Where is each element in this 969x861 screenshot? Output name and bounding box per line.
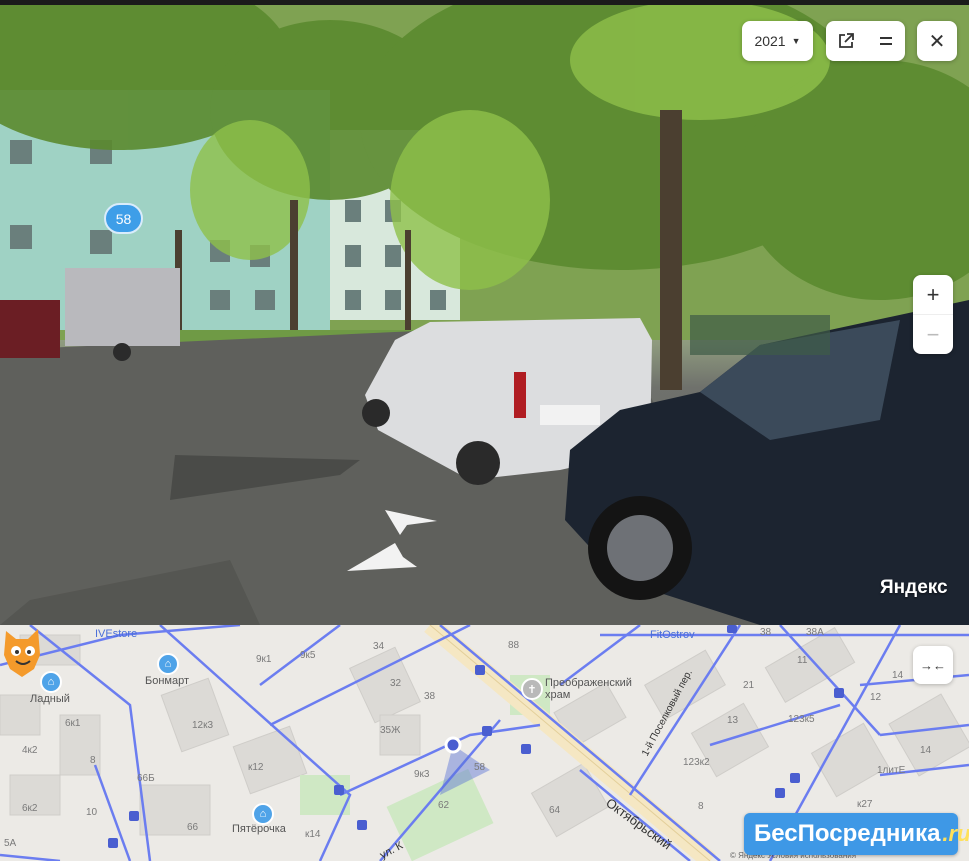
- house-label: 1литЕ: [877, 765, 906, 776]
- house-label: 123к2: [683, 757, 710, 768]
- position-marker-icon: [444, 736, 462, 754]
- close-button[interactable]: ✕: [917, 21, 957, 61]
- zoom-out-button[interactable]: −: [913, 314, 953, 354]
- poi-ivestore[interactable]: IVEstore: [95, 628, 137, 640]
- collapse-icon: →←: [920, 657, 946, 673]
- zoom-controls: + −: [913, 275, 953, 354]
- menu-icon[interactable]: [878, 34, 894, 48]
- zoom-in-button[interactable]: +: [913, 275, 953, 314]
- panorama-actions: [826, 21, 905, 61]
- top-border: [0, 0, 969, 5]
- house-label: 9к5: [300, 650, 316, 661]
- house-label: 14: [892, 670, 904, 681]
- street-panorama[interactable]: 58 2021 ▼ ✕ + − Яндекс: [0, 0, 969, 625]
- close-icon: ✕: [928, 30, 946, 53]
- house-label: 35Ж: [380, 725, 401, 736]
- house-label: 38А: [806, 627, 824, 638]
- poi-bonmart[interactable]: Бонмарт: [145, 675, 189, 687]
- house-label: 34: [373, 641, 385, 652]
- house-label: 88: [508, 640, 520, 651]
- house-label: 9к1: [256, 654, 272, 665]
- yandex-logo: Яндекс: [880, 577, 948, 598]
- house-label: 12к3: [192, 720, 214, 731]
- house-label: 38: [760, 627, 772, 638]
- church-icon[interactable]: ✝: [521, 678, 543, 700]
- open-external-icon[interactable]: [837, 32, 855, 50]
- panorama-scene: [0, 0, 969, 625]
- house-label: 11: [797, 655, 808, 666]
- supermarket-icon[interactable]: ⌂: [252, 803, 274, 825]
- watermark-bespos: БесПосредника .ru: [744, 813, 969, 855]
- house-label: 10: [86, 807, 98, 818]
- watermark-suffix: .ru: [942, 821, 969, 846]
- poi-ladny[interactable]: Ладный: [30, 693, 70, 705]
- navigation-arrows[interactable]: [345, 505, 445, 575]
- house-number-badge[interactable]: 58: [104, 203, 143, 234]
- house-label: 66: [187, 822, 199, 833]
- watermark-text: БесПосредника: [754, 820, 941, 847]
- year-selector[interactable]: 2021 ▼: [742, 21, 813, 61]
- back-arrow-icon: [347, 543, 417, 571]
- collapse-map-button[interactable]: →←: [913, 646, 953, 684]
- house-label: 6к1: [65, 718, 81, 729]
- mini-map[interactable]: 9к1 9к5 34 88 38 38А 11 14 6к1 4к2 8 66Б…: [0, 625, 969, 861]
- house-label: 12: [870, 692, 882, 703]
- house-label: 13: [727, 715, 739, 726]
- house-label: 21: [743, 680, 755, 691]
- poi-pyaterochka[interactable]: Пятёрочка: [232, 823, 286, 835]
- house-label: 66Б: [137, 773, 155, 784]
- house-label: 62: [438, 800, 450, 811]
- caret-down-icon: ▼: [791, 36, 801, 46]
- house-label: 32: [390, 678, 402, 689]
- house-label: 123к5: [788, 714, 815, 725]
- house-label: 4к2: [22, 745, 38, 756]
- house-label: к27: [857, 799, 873, 810]
- mascot-icon: [4, 629, 40, 677]
- house-label: 5А: [4, 838, 17, 849]
- house-label: 6к2: [22, 803, 38, 814]
- house-label: 38: [424, 691, 436, 702]
- year-value: 2021: [754, 33, 786, 49]
- house-label: к14: [305, 829, 321, 840]
- house-label: 8: [698, 801, 704, 812]
- poi-fitostrov[interactable]: FitOstrov: [650, 629, 695, 641]
- shop-icon[interactable]: ⌂: [157, 653, 179, 675]
- house-label: 8: [90, 755, 96, 766]
- poi-church[interactable]: Преображенский храм: [545, 677, 645, 701]
- forward-arrow-icon: [385, 510, 437, 535]
- house-label: к12: [248, 762, 264, 773]
- house-label: 58: [474, 762, 486, 773]
- house-label: 14: [920, 745, 932, 756]
- house-label: 9к3: [414, 769, 430, 780]
- house-label: 64: [549, 805, 561, 816]
